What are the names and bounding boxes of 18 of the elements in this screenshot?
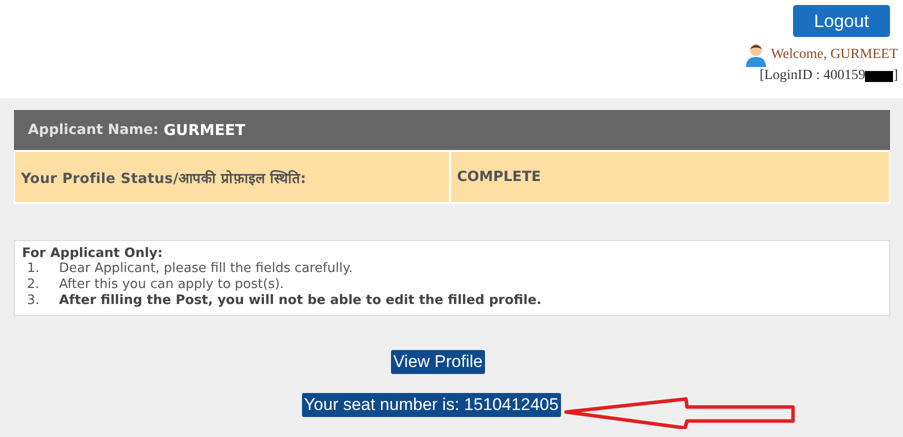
user-avatar-icon <box>744 43 767 67</box>
profile-status-label: Your Profile Status/आपकी प्रोफ़ाइल स्थिति: <box>15 152 449 202</box>
list-number: 1. <box>26 261 40 277</box>
instruction-text: After filling the Post, you will not be able to edit the filled profile. <box>59 293 542 309</box>
seat-number: Your seat number is: 1510412405 <box>302 393 561 417</box>
list-number: 2. <box>26 277 40 293</box>
list-number: 3. <box>26 293 40 309</box>
login-id: [LoginID : 400159 <box>760 68 866 84</box>
logout-button[interactable]: Logout <box>793 5 890 37</box>
profile-status-value: COMPLETE <box>451 152 889 202</box>
applicant-name: GURMEET <box>164 121 246 139</box>
bracket-text: ] <box>893 68 898 84</box>
instruction-text: After this you can apply to post(s). <box>59 277 284 293</box>
view-profile-button[interactable]: View Profile <box>391 350 485 374</box>
welcome-text: Welcome, GURMEET <box>770 47 898 63</box>
instructions-title: For Applicant Only: <box>22 246 164 261</box>
applicant-name-label: Applicant Name: <box>28 122 159 138</box>
instruction-text: Dear Applicant, please fill the fields carefully. <box>59 261 353 277</box>
